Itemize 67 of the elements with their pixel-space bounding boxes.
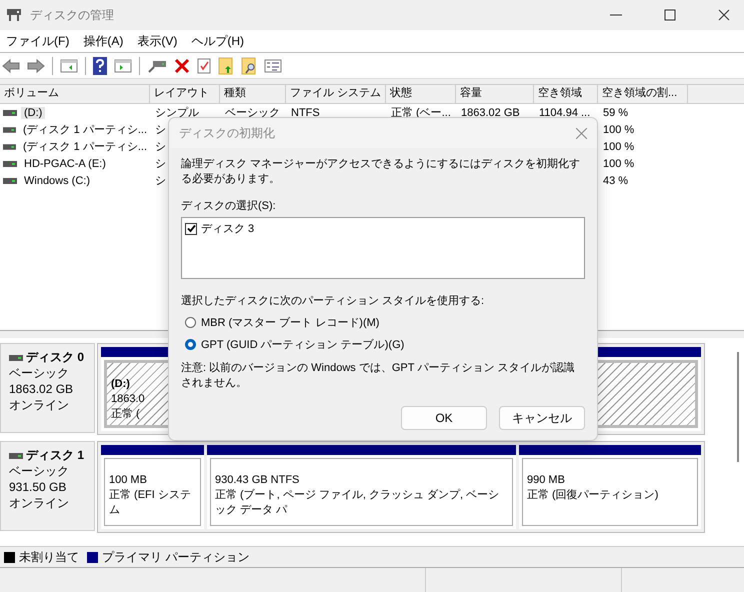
- field-label: ディスクの選択(S):: [181, 199, 277, 213]
- table-cell: 43 %: [603, 174, 628, 186]
- dialog-message: 論理ディスク マネージャーがアクセスできるようにするにはディスクを初期化する必要があります。: [181, 156, 582, 186]
- note-text: 注意: 以前のバージョンの Windows では、GPT パーティション スタイルが認識されません。: [181, 360, 576, 390]
- menu-item[interactable]: 操作(A): [83, 32, 124, 50]
- disk-status: オンライン: [9, 398, 70, 413]
- partition-block[interactable]: 100 MB 正常 (EFI システム: [101, 445, 204, 529]
- disk-list-item[interactable]: ディスク 3: [201, 221, 254, 236]
- menu-item[interactable]: 表示(V): [137, 32, 178, 50]
- partition-block[interactable]: 990 MB 正常 (回復パーティション): [519, 445, 701, 529]
- legend-label: 未割り当て: [19, 548, 79, 566]
- menu-item[interactable]: ヘルプ(H): [191, 32, 244, 50]
- table-cell: 100 %: [603, 140, 634, 152]
- dialog-button[interactable]: OK: [401, 406, 487, 430]
- partition-text: 正常 (回復パーティション): [527, 488, 658, 503]
- table-cell[interactable]: Windows (C:): [21, 174, 94, 186]
- disk-status: オンライン: [9, 496, 70, 511]
- table-cell[interactable]: (D:): [21, 106, 46, 118]
- disk-info-panel[interactable]: ディスク 1 ベーシック 931.50 GB オンライン: [0, 441, 95, 531]
- disk-type: ベーシック: [9, 366, 70, 381]
- dialog-title: ディスクの初期化: [179, 124, 275, 142]
- table-cell: シ: [155, 158, 166, 170]
- field-label: 選択したディスクに次のパーティション スタイルを使用する:: [181, 294, 486, 308]
- table-cell: 100 %: [603, 124, 634, 136]
- partition-text: 正常 (ブート, ページ ファイル, クラッシュ ダンプ, ベーシック データ パ: [215, 488, 500, 518]
- partition-text: 正常 (: [111, 407, 140, 422]
- partition-text: 正常 (EFI システム: [109, 488, 192, 518]
- window-title: ディスクの管理: [30, 6, 114, 24]
- radio-label[interactable]: MBR (マスター ブート レコード)(M): [201, 315, 380, 330]
- disk-name: ディスク 0: [26, 350, 84, 365]
- dialog-button[interactable]: キャンセル: [499, 406, 585, 430]
- disk-list[interactable]: ディスク 3: [181, 217, 585, 279]
- partition-text: 100 MB: [109, 473, 147, 488]
- table-cell: NTFS: [291, 106, 320, 118]
- partition-text: 930.43 GB NTFS: [215, 473, 300, 488]
- column-header[interactable]: レイアウト: [150, 85, 220, 103]
- legend-label: プライマリ パーティション: [102, 548, 250, 566]
- table-cell: シンプル: [155, 107, 199, 119]
- table-cell: ベーシック: [225, 107, 280, 119]
- table-cell[interactable]: (ディスク 1 パーティシ...: [20, 139, 150, 154]
- table-cell: 59 %: [603, 106, 628, 118]
- column-header[interactable]: ファイル システム: [286, 85, 386, 103]
- column-header[interactable]: 種類: [220, 85, 286, 103]
- table-cell: シ: [155, 141, 166, 153]
- partition-block[interactable]: 930.43 GB NTFS 正常 (ブート, ページ ファイル, クラッシュ ダンプ, ベーシック データ パ: [207, 445, 516, 529]
- column-header[interactable]: 状態: [386, 85, 456, 103]
- column-header[interactable]: ボリューム: [0, 85, 150, 103]
- column-header[interactable]: 容量: [456, 85, 534, 103]
- table-cell: シ: [155, 175, 166, 187]
- disk-size: 931.50 GB: [9, 480, 68, 495]
- column-header[interactable]: 空き領域の割...: [598, 85, 688, 103]
- partition-label: (D:): [111, 377, 130, 392]
- table-cell[interactable]: HD-PGAC-A (E:): [21, 158, 109, 170]
- partition-text: 990 MB: [527, 473, 565, 488]
- disk-size: 1863.02 GB: [9, 382, 74, 397]
- radio-label[interactable]: GPT (GUID パーティション テーブル)(G): [201, 337, 404, 352]
- table-cell: 100 %: [603, 158, 634, 170]
- menu-item[interactable]: ファイル(F): [6, 32, 70, 50]
- disk-info-panel[interactable]: ディスク 0 ベーシック 1863.02 GB オンライン: [0, 343, 95, 433]
- table-cell[interactable]: (ディスク 1 パーティシ...: [20, 122, 150, 137]
- disk-type: ベーシック: [9, 464, 70, 479]
- column-header[interactable]: 空き領域: [534, 85, 598, 103]
- partition-text: 1863.0: [111, 392, 145, 407]
- table-cell: シ: [155, 124, 166, 136]
- table-cell: 1104.94 ...: [539, 106, 590, 118]
- disk-name: ディスク 1: [26, 448, 84, 463]
- table-cell: 1863.02 GB: [461, 106, 520, 118]
